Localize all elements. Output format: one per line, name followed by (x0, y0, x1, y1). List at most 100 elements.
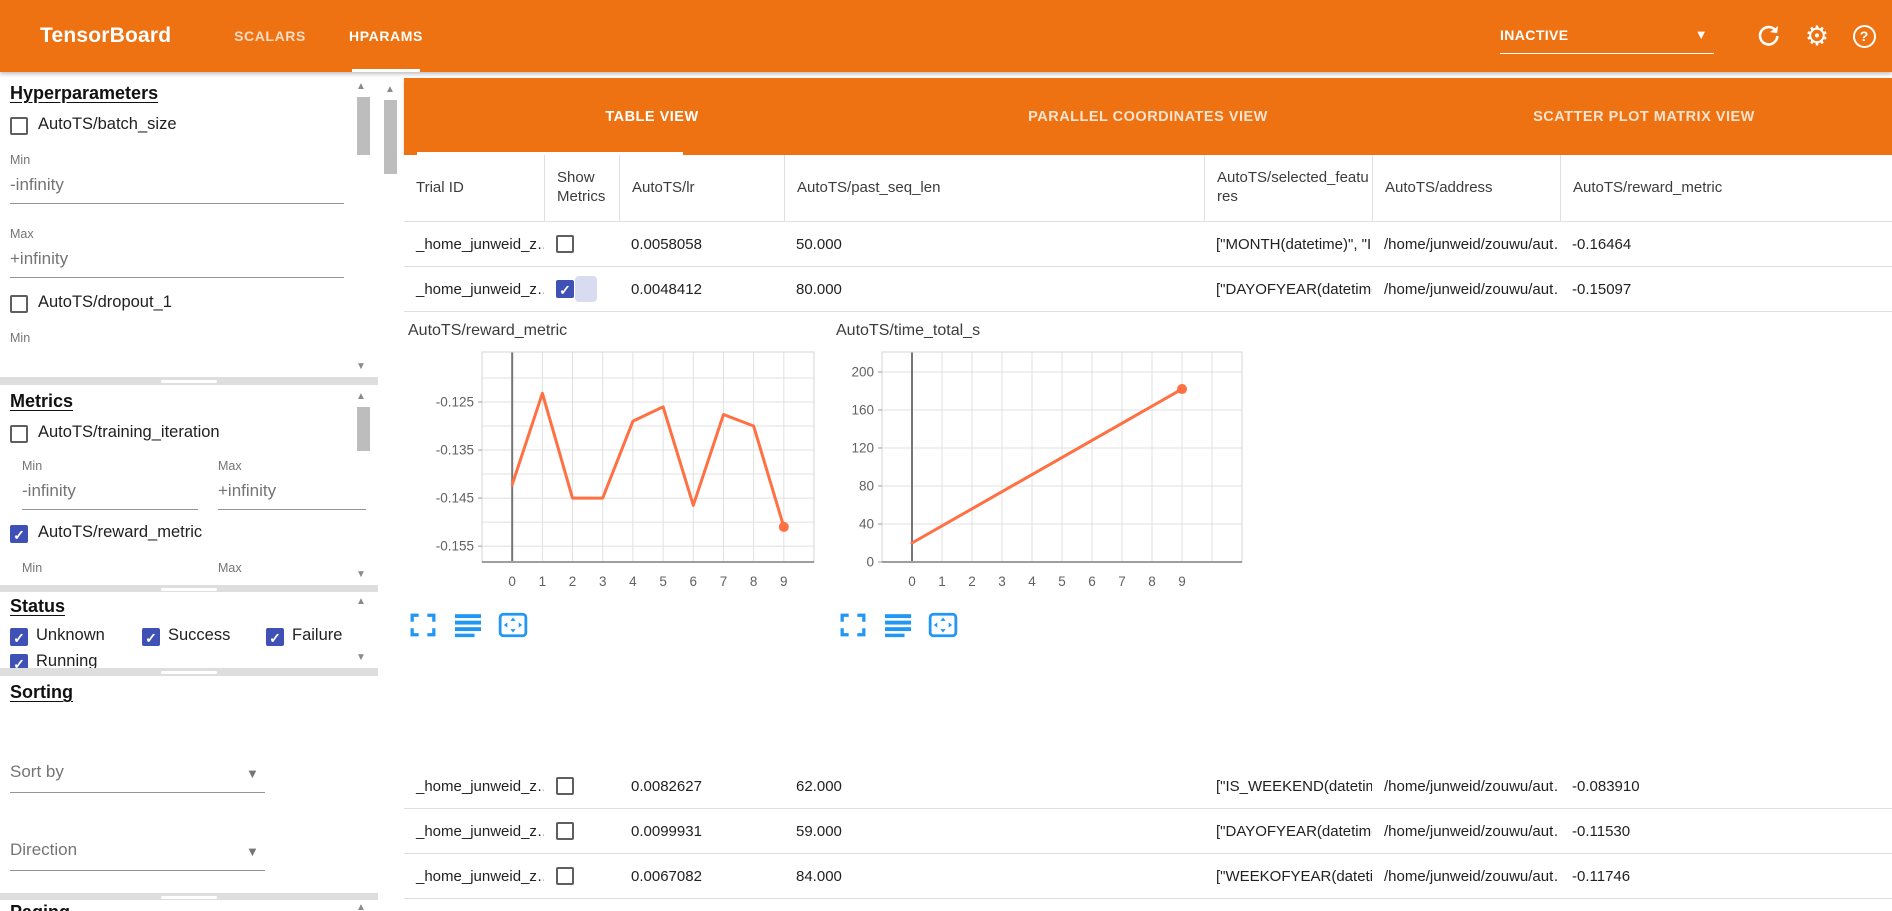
svg-text:160: 160 (851, 402, 874, 417)
svg-text:200: 200 (851, 364, 874, 379)
help-icon[interactable]: ? (1848, 20, 1880, 52)
session-metrics-charts: AutoTS/reward_metric -0.125-0.135-0.145-… (404, 312, 1892, 764)
column-header-show-metrics[interactable]: Show Metrics (544, 155, 619, 221)
svg-text:1: 1 (539, 574, 547, 589)
checkbox-status-unknown[interactable]: ✓ (10, 628, 28, 646)
svg-text:3: 3 (599, 574, 607, 589)
cell-reward-metric: -0.15097 (1560, 267, 1892, 311)
input-underline (218, 509, 366, 510)
svg-text:2: 2 (569, 574, 577, 589)
tab-parallel-coordinates-view[interactable]: PARALLEL COORDINATES VIEW (900, 78, 1396, 155)
data-table-icon[interactable] (883, 612, 913, 638)
scrollbar-thumb[interactable] (357, 407, 370, 451)
min-label: Min (10, 331, 30, 345)
svg-text:8: 8 (1148, 574, 1156, 589)
scroll-up-icon[interactable]: ▲ (356, 391, 366, 402)
svg-text:120: 120 (851, 440, 874, 455)
svg-text:5: 5 (1058, 574, 1066, 589)
main-scrollbar[interactable]: ▲ (378, 72, 404, 911)
checkbox-dropout-1[interactable] (10, 295, 28, 313)
cell-trial-id: _home_junweid_z… (404, 854, 544, 898)
show-metrics-checkbox[interactable]: ✓ (556, 280, 574, 298)
gear-icon[interactable]: ⚙ (1801, 20, 1833, 52)
chevron-down-icon: ▼ (246, 766, 259, 781)
section-resizer[interactable] (0, 893, 378, 900)
scroll-up-icon[interactable]: ▲ (356, 596, 366, 607)
max-input[interactable]: +infinity (10, 249, 68, 269)
table-row: _home_junweid_z…0.006708284.000["WEEKOFY… (404, 854, 1892, 899)
paging-heading: Paging (10, 902, 70, 911)
sort-by-select[interactable]: Sort by (10, 762, 64, 782)
show-metrics-checkbox[interactable] (556, 777, 574, 795)
svg-text:7: 7 (1118, 574, 1126, 589)
chart-toolbar (408, 612, 528, 638)
cell-trial-id: _home_junweid_z… (404, 222, 544, 266)
min-label: Min (22, 561, 42, 575)
checkbox-status-failure[interactable]: ✓ (266, 628, 284, 646)
checkbox-batch-size[interactable] (10, 117, 28, 135)
column-header-address[interactable]: AutoTS/address (1372, 155, 1560, 221)
section-resizer[interactable] (0, 377, 378, 385)
scroll-up-icon[interactable]: ▲ (356, 902, 366, 911)
min-label: Min (10, 153, 30, 167)
maximize-icon[interactable] (838, 612, 868, 638)
checkbox-status-success[interactable]: ✓ (142, 628, 160, 646)
refresh-icon[interactable] (1753, 20, 1785, 52)
tab-scatter-plot-matrix-view[interactable]: SCATTER PLOT MATRIX VIEW (1396, 78, 1892, 155)
checkbox-label: AutoTS/batch_size (38, 115, 177, 134)
maximize-icon[interactable] (408, 612, 438, 638)
show-metrics-checkbox[interactable] (556, 822, 574, 840)
scroll-down-icon[interactable]: ▼ (356, 569, 366, 580)
table-row: _home_junweid_z…0.009993159.000["DAYOFYE… (404, 809, 1892, 854)
pan-zoom-icon[interactable] (498, 612, 528, 638)
svg-text:9: 9 (780, 574, 788, 589)
data-table-icon[interactable] (453, 612, 483, 638)
checkbox-status-running[interactable]: ✓ (10, 654, 28, 668)
tab-table-view[interactable]: TABLE VIEW (404, 78, 900, 155)
input-underline (10, 203, 344, 204)
column-header-selected-features[interactable]: AutoTS/selected_features (1204, 155, 1372, 221)
tab-hparams[interactable]: HPARAMS (326, 0, 446, 72)
column-header-reward-metric[interactable]: AutoTS/reward_metric (1560, 155, 1892, 221)
cell-address: /home/junweid/zouwu/aut… (1372, 854, 1560, 898)
direction-select[interactable]: Direction (10, 840, 77, 860)
cell-trial-id: _home_junweid_z… (404, 809, 544, 853)
column-header-past-seq-len[interactable]: AutoTS/past_seq_len (784, 155, 1204, 221)
scrollbar-thumb[interactable] (357, 97, 370, 155)
min-input[interactable]: -infinity (22, 481, 76, 501)
sorting-heading: Sorting (10, 682, 73, 703)
section-status: Status ✓ Unknown ✓ Success ✓ Failure ✓ R… (0, 592, 378, 668)
svg-text:5: 5 (659, 574, 667, 589)
checkbox-training-iteration[interactable] (10, 425, 28, 443)
scroll-up-icon[interactable]: ▲ (356, 81, 366, 92)
input-underline (10, 792, 265, 793)
section-sorting: Sorting Sort by ▼ Direction ▼ (0, 676, 378, 893)
checkbox-reward-metric[interactable]: ✓ (10, 525, 28, 543)
section-resizer[interactable] (0, 585, 378, 592)
scrollbar-thumb[interactable] (384, 100, 397, 174)
svg-text:0: 0 (866, 555, 874, 570)
time-total-line-chart[interactable]: 200160120804000123456789 (830, 336, 1274, 594)
max-label: Max (218, 561, 242, 575)
cell-selected-features: ["DAYOFYEAR(datetime… (1204, 267, 1372, 311)
cell-address: /home/junweid/zouwu/aut… (1372, 222, 1560, 266)
min-input[interactable]: -infinity (10, 175, 64, 195)
section-paging: Paging ▲ (0, 900, 378, 911)
reward-metric-line-chart[interactable]: -0.125-0.135-0.145-0.1550123456789 (404, 336, 840, 594)
svg-text:2: 2 (968, 574, 976, 589)
cell-lr: 0.0082627 (619, 764, 784, 808)
section-resizer[interactable] (0, 668, 378, 676)
cell-selected-features: ["WEEKOFYEAR(dateti… (1204, 854, 1372, 898)
run-selector-dropdown[interactable]: INACTIVE ▼ (1500, 20, 1714, 54)
scroll-up-icon[interactable]: ▲ (385, 84, 395, 95)
column-header-lr[interactable]: AutoTS/lr (619, 155, 784, 221)
scroll-down-icon[interactable]: ▼ (356, 652, 366, 663)
column-header-trial-id[interactable]: Trial ID (404, 155, 544, 221)
show-metrics-checkbox[interactable] (556, 867, 574, 885)
tab-scalars[interactable]: SCALARS (210, 0, 330, 72)
pan-zoom-icon[interactable] (928, 612, 958, 638)
show-metrics-checkbox[interactable] (556, 235, 574, 253)
max-input[interactable]: +infinity (218, 481, 276, 501)
scroll-down-icon[interactable]: ▼ (356, 361, 366, 372)
cell-address: /home/junweid/zouwu/aut… (1372, 267, 1560, 311)
